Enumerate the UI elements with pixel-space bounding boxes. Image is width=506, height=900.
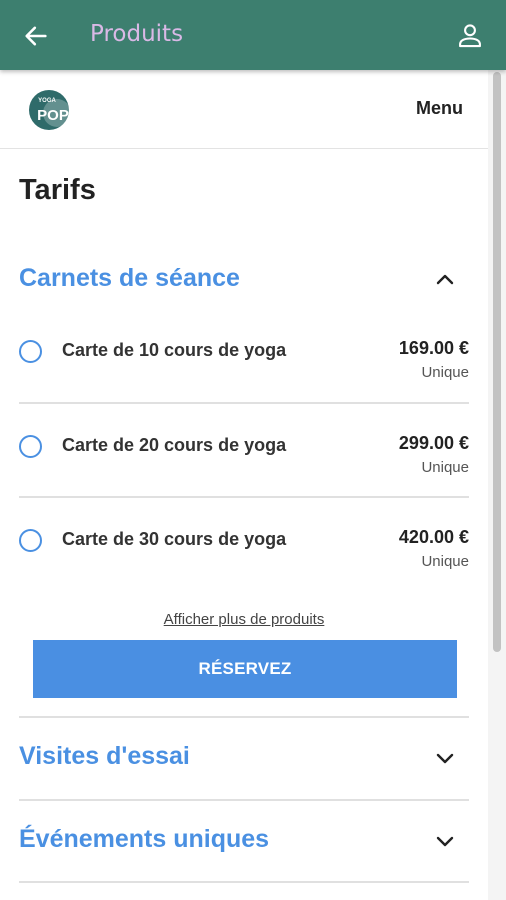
app-bar-title: Produits <box>90 21 184 47</box>
section-carnets-header[interactable]: Carnets de séance <box>19 260 469 300</box>
site-header: YOGA POP Menu <box>0 70 488 149</box>
yoga-pop-logo[interactable]: YOGA POP <box>27 86 75 134</box>
product-frequency: Unique <box>421 364 469 381</box>
arrow-left-icon[interactable] <box>22 22 50 50</box>
divider <box>19 496 469 498</box>
section-label: Carnets de séance <box>19 264 240 292</box>
product-row[interactable]: Carte de 30 cours de yoga 420.00 € Uniqu… <box>19 515 469 610</box>
product-radio[interactable] <box>19 529 42 552</box>
product-name: Carte de 10 cours de yoga <box>62 340 287 360</box>
scrollbar-thumb[interactable] <box>493 72 501 652</box>
page-content: YOGA POP Menu Tarifs Carnets de séance C… <box>0 70 488 900</box>
user-icon[interactable] <box>456 21 484 49</box>
section-visites-header[interactable]: Visites d'essai <box>19 738 469 778</box>
show-more-products-link[interactable]: Afficher plus de produits <box>0 611 488 628</box>
product-row[interactable]: Carte de 20 cours de yoga 299.00 € Uniqu… <box>19 421 469 516</box>
product-radio[interactable] <box>19 340 42 363</box>
product-row[interactable]: Carte de 10 cours de yoga 169.00 € Uniqu… <box>19 326 469 421</box>
logo-text-top: YOGA <box>38 98 56 104</box>
page-title: Tarifs <box>19 174 96 206</box>
app-bar: Produits <box>0 0 506 70</box>
scrollbar[interactable] <box>488 70 506 900</box>
divider <box>19 402 469 404</box>
divider <box>19 716 469 718</box>
menu-button[interactable]: Menu <box>416 98 463 119</box>
product-name: Carte de 20 cours de yoga <box>62 435 287 455</box>
product-price: 420.00 € <box>398 527 469 547</box>
divider <box>19 881 469 883</box>
product-radio[interactable] <box>19 435 42 458</box>
product-frequency: Unique <box>421 459 469 476</box>
section-label: Visites d'essai <box>19 742 190 770</box>
product-price: 169.00 € <box>398 338 469 358</box>
product-price: 299.00 € <box>398 433 469 453</box>
reserve-button[interactable]: RÉSERVEZ <box>33 640 457 698</box>
section-evenements-header[interactable]: Événements uniques <box>19 821 469 861</box>
chevron-down-icon[interactable] <box>433 829 457 853</box>
section-label: Événements uniques <box>19 825 270 853</box>
product-name: Carte de 30 cours de yoga <box>62 529 287 549</box>
product-frequency: Unique <box>421 553 469 570</box>
chevron-down-icon[interactable] <box>433 746 457 770</box>
chevron-up-icon[interactable] <box>433 268 457 292</box>
logo-text-bottom: POP <box>37 107 69 124</box>
divider <box>19 799 469 801</box>
